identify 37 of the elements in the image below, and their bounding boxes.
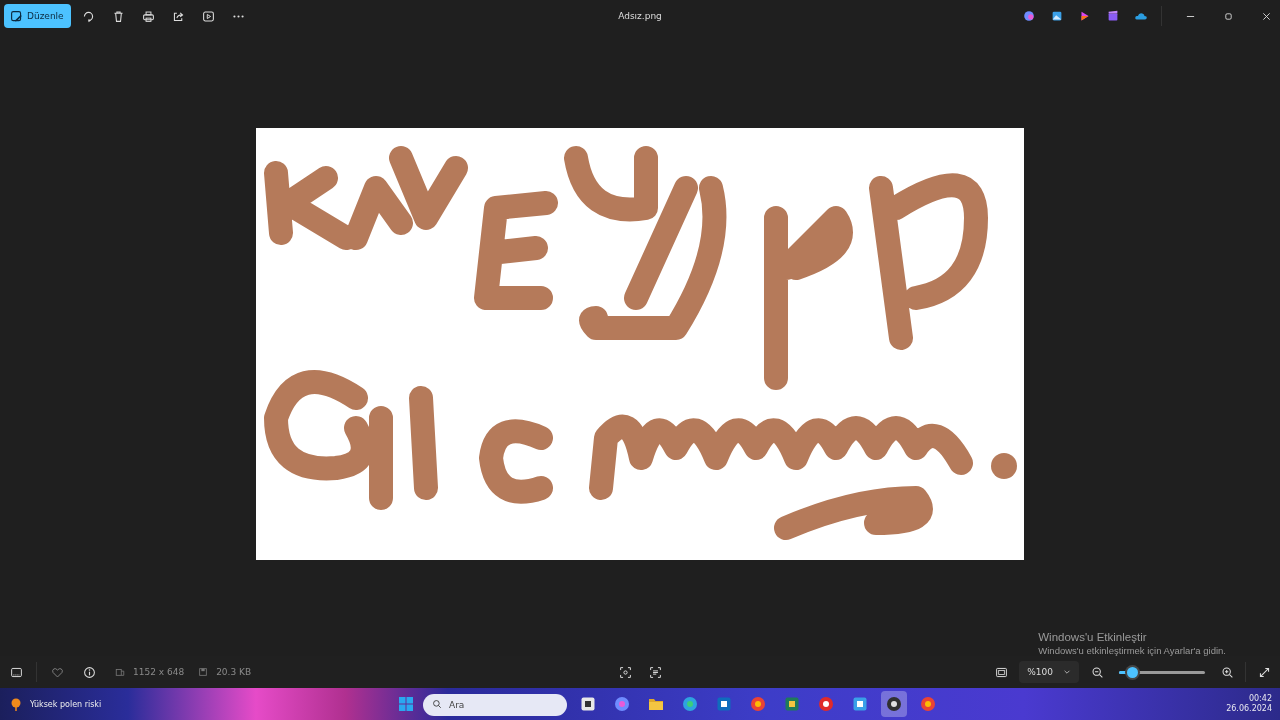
clock[interactable]: 00:42 26.06.2024 [1226, 693, 1272, 715]
zoom-out-icon [1090, 665, 1104, 679]
edit-icon [10, 9, 23, 23]
expand-icon [1257, 665, 1271, 679]
maximize-icon [1223, 11, 1233, 21]
zoom-in-icon [1220, 665, 1234, 679]
image-dimensions: 1152 x 648 [133, 667, 185, 677]
info-icon [82, 665, 96, 679]
fit-icon [994, 665, 1008, 679]
window-title: Adsız.png [618, 11, 662, 21]
start-icon [398, 696, 414, 712]
folder-icon [648, 696, 664, 712]
slider-thumb[interactable] [1126, 666, 1138, 678]
zoom-dropdown[interactable]: %100 [1019, 661, 1079, 683]
chevron-icon [1063, 668, 1071, 676]
window-icon [580, 696, 596, 712]
search-icon [432, 699, 442, 709]
search-field[interactable]: Ara [423, 694, 567, 716]
scan-icon [618, 665, 632, 679]
activation-message: Windows'u etkinleştirmek için Ayarlar'a gidin. [1038, 645, 1226, 656]
play-icon [202, 9, 216, 23]
text-scan-icon [648, 665, 662, 679]
weather-text[interactable]: Yüksek polen riski [30, 699, 102, 709]
edit-button[interactable]: Düzenle [4, 4, 71, 28]
printer-icon [142, 9, 156, 23]
close-icon [1261, 11, 1271, 21]
share-icon [172, 9, 186, 23]
activation-title: Windows'u Etkinleştir [1038, 631, 1148, 643]
filmstrip-icon [9, 665, 23, 679]
trash-icon [112, 9, 126, 23]
file-size-icon [198, 667, 209, 677]
rotate-icon [82, 9, 96, 23]
heart-icon [50, 665, 64, 679]
dimensions-icon [115, 667, 125, 677]
taskbar-app[interactable] [881, 691, 907, 717]
record-icon [886, 696, 902, 712]
file-size: 20.3 KB [216, 667, 252, 677]
